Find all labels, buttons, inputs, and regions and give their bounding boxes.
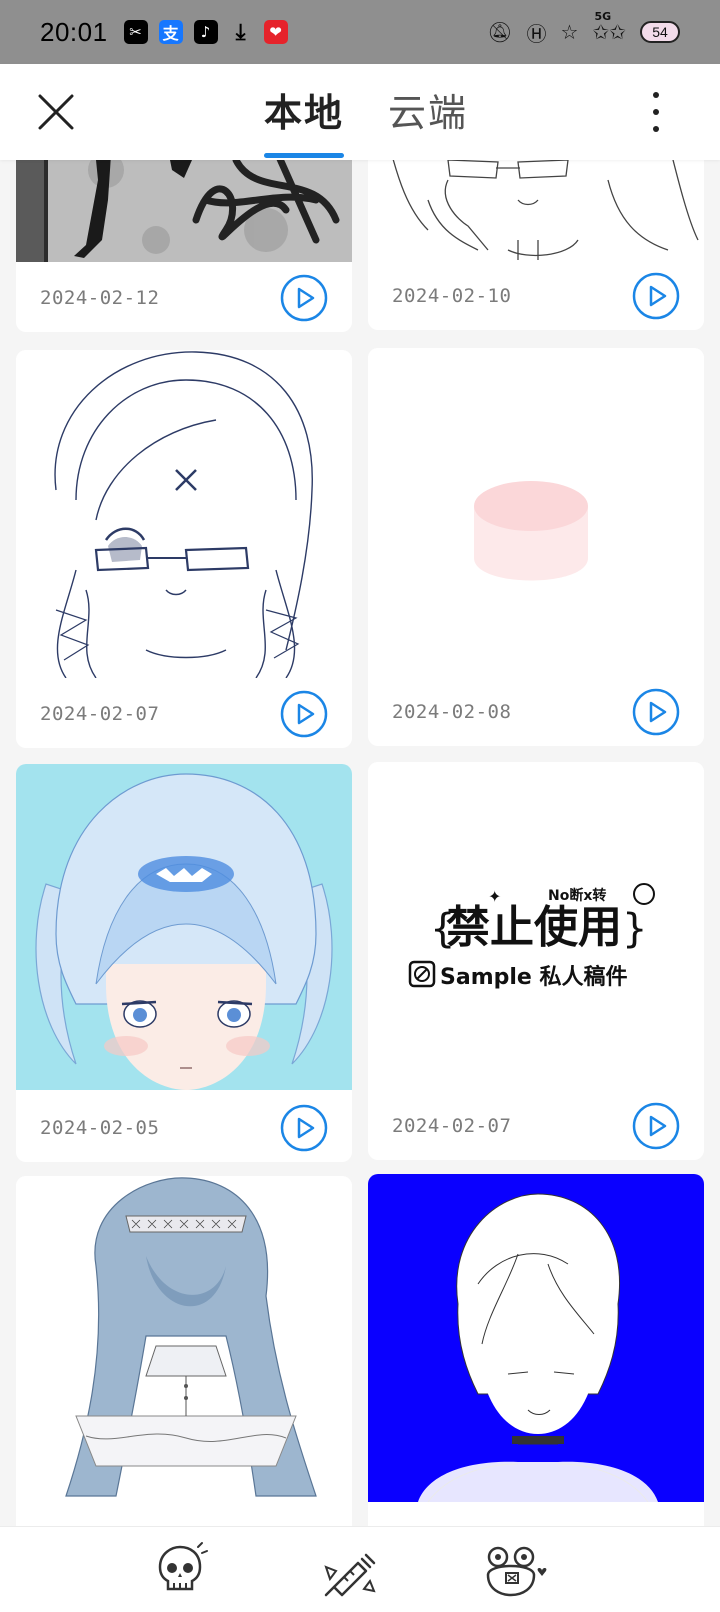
active-tab-indicator [264,153,345,158]
xiaohongshu-icon: ❤ [263,20,288,44]
play-button[interactable] [280,690,328,738]
artwork-thumbnail[interactable] [368,160,704,260]
mute-bell-icon: 🔕︎ [487,20,513,44]
artwork-date: 2024-02-08 [392,701,512,723]
frog-button[interactable] [482,1541,547,1601]
more-dot [653,126,659,132]
status-bar: 20:01 ✂ 支 ♪ ⤓ ❤ 🔕︎ Ⓗ ☆ 5G ✩✩ 54 [0,0,720,64]
play-icon [632,1102,680,1150]
hd-icon: Ⓗ [526,21,547,46]
artwork-date: 2024-02-10 [392,285,512,307]
play-icon [632,272,680,320]
artwork-card[interactable] [368,1174,704,1526]
tab-cloud-label: 云端 [388,91,469,135]
artwork-card[interactable]: 2024-02-05 [16,764,352,1162]
wifi-star-icon: ☆ [560,20,579,44]
more-dot [653,92,659,98]
more-dot [653,109,659,115]
download-icon: ⤓ [235,19,246,45]
watermark-sample-text: Sample 私人稿件 [440,964,627,990]
artwork-thumbnail[interactable] [368,1174,704,1502]
tab-cloud[interactable]: 云端 [388,82,468,158]
syringe-button[interactable] [320,1541,380,1601]
tab-local[interactable]: 本地 [264,82,345,158]
play-button[interactable] [632,688,680,736]
frog-icon [486,1546,547,1597]
artwork-date: 2024-02-07 [392,1115,512,1137]
artwork-card[interactable]: 2024-02-10 [368,160,704,330]
bottom-navigation [0,1526,720,1612]
more-options-button[interactable] [648,92,664,132]
close-button[interactable] [36,92,76,132]
status-system-icons: 🔕︎ Ⓗ ☆ 5G ✩✩ 54 [487,10,680,47]
artwork-thumbnail[interactable]: No断x转 ✦ 禁止使用 { } Sample 私人稿件 [368,762,704,1090]
artwork-card[interactable]: 2024-02-08 [368,348,704,746]
battery-indicator: 54 [640,21,680,43]
play-button[interactable] [280,1104,328,1152]
play-icon [280,1104,328,1152]
play-icon [280,274,328,322]
capcut-icon: ✂ [123,20,148,44]
artwork-card[interactable] [16,1176,352,1526]
artwork-thumbnail[interactable] [16,350,352,678]
source-tabs: 本地 云端 [264,82,468,158]
artwork-card[interactable]: No断x转 ✦ 禁止使用 { } Sample 私人稿件 2024-02-07 [368,762,704,1160]
svg-text:}: } [622,906,647,952]
tiktok-icon: ♪ [193,20,218,44]
play-button[interactable] [632,1102,680,1150]
artwork-thumbnail[interactable] [16,764,352,1090]
svg-text:{: { [430,906,455,952]
artwork-date: 2024-02-07 [40,703,160,725]
artwork-card[interactable]: 2024-02-12 [16,160,352,332]
artwork-card[interactable]: 2024-02-07 [16,350,352,748]
play-button[interactable] [280,274,328,322]
close-icon [38,94,74,130]
status-time: 20:01 [40,16,108,47]
play-button[interactable] [632,272,680,320]
artwork-date: 2024-02-05 [40,1117,160,1139]
syringe-icon [324,1553,376,1597]
artwork-thumbnail[interactable] [16,1176,352,1504]
artwork-date: 2024-02-12 [40,287,160,309]
skull-button[interactable] [150,1541,210,1601]
tab-local-label: 本地 [264,91,345,135]
play-icon [632,688,680,736]
top-app-bar: 本地 云端 [0,64,720,160]
artwork-thumbnail[interactable] [16,160,352,262]
skull-icon [158,1542,208,1591]
artwork-grid[interactable]: 2024-02-12 2024-02-10 2024-02-07 2024-02… [0,160,720,1526]
play-icon [280,690,328,738]
artwork-thumbnail[interactable] [368,348,704,676]
signal-5g-icon: 5G ✩✩ [592,10,626,44]
watermark-title-text: 禁止使用 [446,902,622,953]
alipay-icon: 支 [158,20,183,44]
status-app-icons: ✂ 支 ♪ ⤓ ❤ [123,19,288,45]
